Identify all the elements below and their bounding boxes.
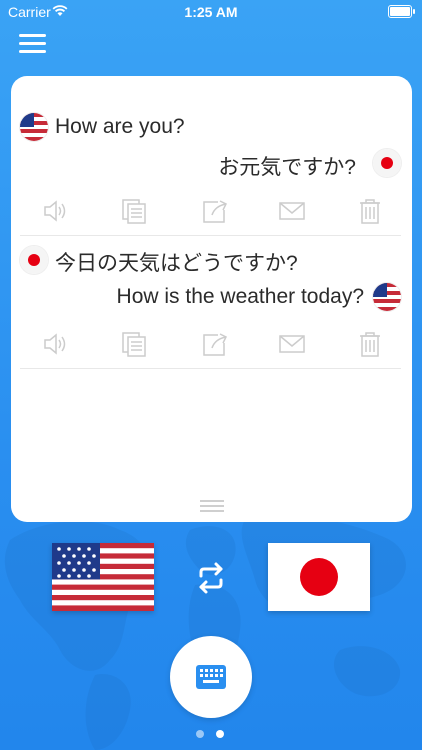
- translation-history-card: How are you? お元気ですか? 今日の天気はどうですか? How is…: [11, 76, 412, 522]
- source-text: How are you?: [55, 115, 185, 138]
- speaker-icon[interactable]: [41, 197, 69, 225]
- source-text: 今日の天気はどうですか?: [55, 252, 298, 275]
- japan-flag-icon: [268, 543, 370, 611]
- entry-divider: [20, 368, 401, 369]
- us-flag-icon: [373, 283, 401, 311]
- target-language-button[interactable]: [268, 543, 370, 611]
- speaker-icon[interactable]: [41, 330, 69, 358]
- page-dot[interactable]: [196, 730, 204, 738]
- trash-icon[interactable]: [356, 197, 384, 225]
- drag-handle-icon[interactable]: [200, 500, 224, 512]
- swap-arrows-icon[interactable]: [193, 560, 229, 596]
- translation-entry: How are you? お元気ですか?: [20, 76, 401, 226]
- share-icon[interactable]: [201, 330, 229, 358]
- target-text: How is the weather today?: [116, 285, 364, 308]
- page-indicator: [0, 730, 422, 740]
- entry-actions: [20, 330, 401, 362]
- mail-icon[interactable]: [278, 197, 306, 225]
- trash-icon[interactable]: [356, 330, 384, 358]
- keyboard-input-button[interactable]: [170, 636, 252, 718]
- copy-icon[interactable]: [120, 197, 148, 225]
- keyboard-icon: [196, 665, 226, 689]
- source-language-button[interactable]: [52, 543, 154, 611]
- us-flag-icon: [52, 543, 154, 611]
- entry-actions: [20, 197, 401, 229]
- hamburger-menu-icon[interactable]: [19, 34, 46, 54]
- translation-entry: 今日の天気はどうですか? How is the weather today?: [20, 226, 401, 376]
- status-bar: Carrier 1:25 AM: [0, 0, 422, 24]
- clock: 1:25 AM: [184, 4, 238, 20]
- target-text: お元気ですか?: [218, 156, 356, 179]
- copy-icon[interactable]: [120, 330, 148, 358]
- japan-flag-icon: [20, 246, 48, 274]
- us-flag-icon: [20, 113, 48, 141]
- japan-flag-icon: [373, 149, 401, 177]
- battery-icon: [388, 5, 415, 18]
- mail-icon[interactable]: [278, 330, 306, 358]
- page-dot-active[interactable]: [216, 730, 224, 738]
- share-icon[interactable]: [201, 197, 229, 225]
